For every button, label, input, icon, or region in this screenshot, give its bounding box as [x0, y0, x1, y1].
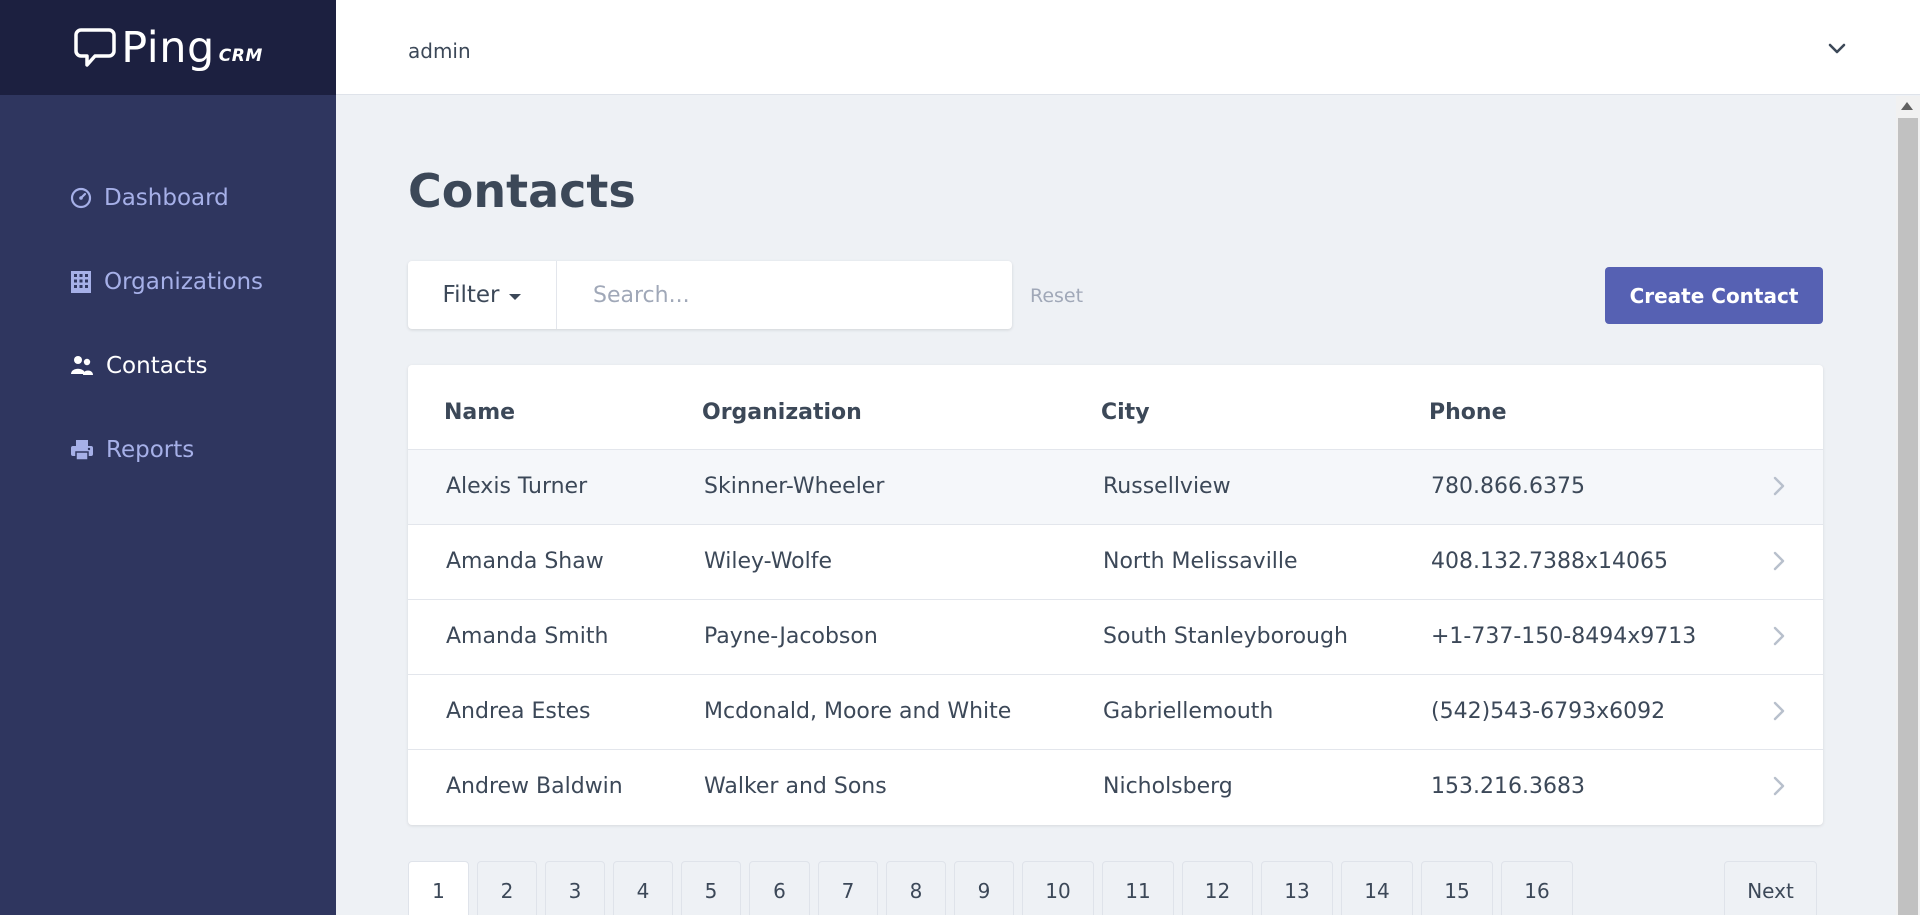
contact-phone[interactable]: +1-737-150-8494x9713 — [1431, 624, 1696, 649]
page-button[interactable]: 5 — [681, 861, 741, 915]
chevron-right-icon[interactable] — [1773, 701, 1785, 725]
brand-suffix: CRM — [218, 45, 263, 66]
printer-icon — [70, 439, 94, 461]
contact-city[interactable]: North Melissaville — [1103, 549, 1298, 574]
page-button[interactable]: 8 — [886, 861, 946, 915]
column-header-city: City — [1101, 400, 1150, 425]
dashboard-icon — [70, 187, 92, 209]
page-button[interactable]: 4 — [613, 861, 673, 915]
table-row[interactable]: Amanda Smith Payne-Jacobson South Stanle… — [408, 599, 1823, 674]
brand-logo[interactable]: Ping CRM — [0, 0, 336, 95]
page-button[interactable]: 14 — [1341, 861, 1413, 915]
contact-city[interactable]: Russellview — [1103, 474, 1231, 499]
sidebar-item-organizations[interactable]: Organizations — [70, 269, 263, 295]
search-input[interactable] — [557, 261, 1012, 329]
column-header-name: Name — [444, 400, 516, 425]
page-button[interactable]: 3 — [545, 861, 605, 915]
top-bar: admin — [336, 0, 1920, 95]
brand-name: Ping — [121, 22, 215, 73]
sidebar-item-label: Contacts — [106, 353, 208, 379]
user-menu-toggle[interactable] — [1824, 36, 1850, 62]
sidebar-item-dashboard[interactable]: Dashboard — [70, 185, 229, 211]
contact-name[interactable]: Amanda Smith — [446, 624, 608, 649]
filter-label: Filter — [442, 282, 500, 308]
chevron-right-icon[interactable] — [1773, 776, 1785, 800]
page-button[interactable]: 16 — [1501, 861, 1573, 915]
contact-organization[interactable]: Payne-Jacobson — [704, 624, 878, 649]
chevron-right-icon[interactable] — [1773, 626, 1785, 650]
contact-phone[interactable]: 780.866.6375 — [1431, 474, 1585, 499]
page-title: Contacts — [408, 164, 636, 218]
contact-organization[interactable]: Wiley-Wolfe — [704, 549, 832, 574]
pagination: 1 2 3 4 5 6 7 8 9 10 11 12 13 14 15 16 N… — [408, 861, 1823, 915]
contact-organization[interactable]: Walker and Sons — [704, 774, 887, 799]
page-button[interactable]: 13 — [1261, 861, 1333, 915]
page-button[interactable]: 2 — [477, 861, 537, 915]
page-button[interactable]: 1 — [408, 861, 469, 915]
contact-phone[interactable]: 408.132.7388x14065 — [1431, 549, 1668, 574]
column-header-phone: Phone — [1429, 400, 1507, 425]
table-row[interactable]: Alexis Turner Skinner-Wheeler Russellvie… — [408, 449, 1823, 524]
page-button[interactable]: 9 — [954, 861, 1014, 915]
sidebar-item-reports[interactable]: Reports — [70, 437, 194, 463]
chevron-right-icon[interactable] — [1773, 551, 1785, 575]
contact-name[interactable]: Andrea Estes — [446, 699, 591, 724]
chat-bubble-icon — [73, 26, 117, 70]
table-row[interactable]: Andrea Estes Mcdonald, Moore and White G… — [408, 674, 1823, 749]
search-filter-bar: Filter — [408, 261, 1012, 329]
scrollbar-thumb[interactable] — [1898, 118, 1918, 915]
users-icon — [70, 354, 94, 378]
contact-name[interactable]: Amanda Shaw — [446, 549, 604, 574]
chevron-down-icon — [1828, 40, 1846, 59]
page-button[interactable]: 12 — [1182, 861, 1253, 915]
filter-dropdown-button[interactable]: Filter — [408, 261, 557, 329]
caret-down-icon — [509, 293, 522, 300]
contact-city[interactable]: Nicholsberg — [1103, 774, 1233, 799]
page-button[interactable]: 15 — [1421, 861, 1493, 915]
page-button[interactable]: 11 — [1102, 861, 1174, 915]
office-building-icon — [70, 270, 92, 294]
reset-button[interactable]: Reset — [1030, 285, 1083, 307]
sidebar-item-label: Dashboard — [104, 185, 229, 211]
table-row[interactable]: Amanda Shaw Wiley-Wolfe North Melissavil… — [408, 524, 1823, 599]
table-row[interactable]: Andrew Baldwin Walker and Sons Nicholsbe… — [408, 749, 1823, 824]
user-name: admin — [408, 39, 471, 63]
sidebar: Dashboard Organizations Contacts Reports — [0, 95, 336, 915]
vertical-scrollbar[interactable] — [1896, 96, 1920, 915]
contact-organization[interactable]: Mcdonald, Moore and White — [704, 699, 1011, 724]
column-header-organization: Organization — [702, 400, 862, 425]
sidebar-item-contacts[interactable]: Contacts — [70, 353, 207, 379]
page-button[interactable]: 7 — [818, 861, 878, 915]
contact-phone[interactable]: 153.216.3683 — [1431, 774, 1585, 799]
page-button[interactable]: 10 — [1022, 861, 1094, 915]
contact-city[interactable]: Gabriellemouth — [1103, 699, 1273, 724]
sidebar-item-label: Reports — [106, 437, 195, 463]
create-contact-button[interactable]: Create Contact — [1605, 267, 1823, 324]
contact-organization[interactable]: Skinner-Wheeler — [704, 474, 884, 499]
next-page-button[interactable]: Next — [1724, 861, 1817, 915]
table-header: Name Organization City Phone — [408, 365, 1823, 450]
sidebar-item-label: Organizations — [104, 269, 264, 295]
contact-name[interactable]: Andrew Baldwin — [446, 774, 623, 799]
scroll-up-arrow-icon[interactable] — [1901, 102, 1913, 110]
page-button[interactable]: 6 — [749, 861, 810, 915]
contact-phone[interactable]: (542)543-6793x6092 — [1431, 699, 1665, 724]
contact-name[interactable]: Alexis Turner — [446, 474, 587, 499]
contacts-table: Name Organization City Phone Alexis Turn… — [408, 365, 1823, 825]
chevron-right-icon[interactable] — [1773, 476, 1785, 500]
contact-city[interactable]: South Stanleyborough — [1103, 624, 1348, 649]
